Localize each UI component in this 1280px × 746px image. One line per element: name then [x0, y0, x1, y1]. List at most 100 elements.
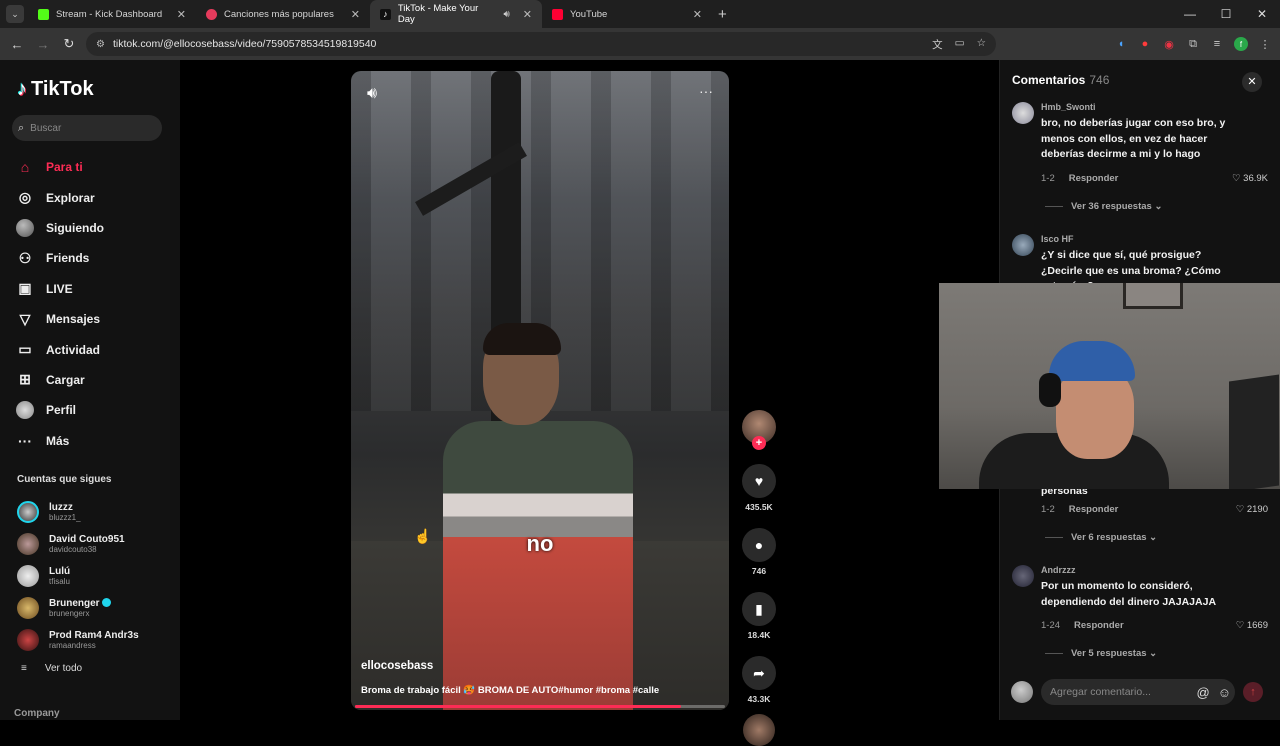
video-caption-word: no	[526, 531, 554, 556]
nav-item-mensajes[interactable]: ▽ Mensajes	[16, 304, 176, 334]
following-item[interactable]: Prod Ram4 Andr3s ramaandress	[17, 624, 177, 656]
maximize-icon[interactable]: ☐	[1208, 0, 1244, 28]
browser-menu-icon[interactable]: ⋮	[1258, 37, 1272, 51]
comment-date: 1-2	[1041, 173, 1055, 184]
extension-audio-icon[interactable]: ◖	[1114, 37, 1128, 51]
tab-audio-icon[interactable]: 🔊︎	[503, 9, 509, 20]
video-more-icon[interactable]: ···	[699, 83, 713, 99]
like-action[interactable]: ♥ 435.5K	[740, 464, 778, 512]
close-tab-icon[interactable]: ✕	[523, 8, 532, 21]
nav-item-para-ti[interactable]: ⌂ Para ti	[16, 152, 176, 182]
creator-avatar[interactable]: +	[742, 410, 776, 450]
compass-icon: ◎	[18, 189, 32, 206]
following-item[interactable]: David Couto951 davidcouto38	[17, 528, 177, 560]
reply-button[interactable]: Responder	[1074, 620, 1124, 631]
reply-button[interactable]: Responder	[1069, 173, 1119, 184]
comment-username[interactable]: Andrzzz	[1041, 565, 1076, 575]
close-window-icon[interactable]: ✕	[1244, 0, 1280, 28]
following-item[interactable]: Lulú tfisalu	[17, 560, 177, 592]
comment-likes[interactable]: ♡ 36.9K	[1232, 173, 1268, 184]
nav-item-cargar[interactable]: ⊞ Cargar	[16, 365, 176, 395]
see-all-link[interactable]: ≡ Ver todo	[21, 663, 82, 674]
share-action[interactable]: ➦ 43.3K	[740, 656, 778, 704]
likes-count: 1669	[1246, 620, 1268, 631]
avatar[interactable]	[1012, 565, 1034, 587]
nav-label: LIVE	[46, 281, 73, 296]
follow-plus-icon[interactable]: +	[752, 436, 766, 450]
comments-header: Comentarios 746	[1012, 73, 1109, 87]
add-comment-input[interactable]: Agregar comentario... @ ☺	[1041, 679, 1235, 705]
nav-label: Mensajes	[46, 312, 101, 327]
video-progress-bar[interactable]	[355, 705, 725, 708]
video-description: Broma de trabajo fácil 🥵 BROMA DE AUTO#h…	[361, 685, 660, 696]
view-replies-button[interactable]: Ver 5 respuestas ⌄	[1045, 648, 1157, 659]
emoji-icon[interactable]: ☺	[1218, 685, 1231, 700]
view-replies-label: Ver 5 respuestas	[1071, 648, 1147, 659]
avatar-icon	[16, 218, 34, 237]
mention-icon[interactable]: @	[1197, 685, 1210, 700]
comment-username[interactable]: Isco HF	[1041, 234, 1074, 244]
close-comments-icon[interactable]: ✕	[1242, 72, 1262, 92]
chevron-down-icon: ⌄	[1154, 201, 1163, 212]
comment-icon[interactable]: ●	[742, 528, 776, 562]
close-tab-icon[interactable]: ✕	[693, 8, 702, 21]
reply-button[interactable]: Responder	[1069, 504, 1119, 515]
volume-icon[interactable]: 🔊︎	[367, 85, 377, 103]
music-disc-icon[interactable]	[743, 714, 775, 746]
nav-item-mas[interactable]: ··· Más	[16, 426, 176, 456]
comment-action[interactable]: ● 746	[740, 528, 778, 576]
nav-item-live[interactable]: ▣ LIVE	[16, 274, 176, 304]
profile-avatar-icon[interactable]: f	[1234, 37, 1248, 51]
close-tab-icon[interactable]: ✕	[177, 8, 186, 21]
site-info-icon[interactable]: ⚙	[96, 39, 105, 50]
tab-search-button[interactable]: ⌄	[6, 5, 24, 23]
nav-item-siguiendo[interactable]: Siguiendo	[16, 213, 176, 243]
bookmark-star-icon[interactable]: ☆	[977, 37, 986, 52]
back-icon[interactable]: ←	[4, 37, 30, 52]
video-username[interactable]: ellocosebass	[361, 660, 433, 672]
video-player[interactable]: 🔊︎ ··· no ellocosebass Broma de trabajo …	[351, 71, 729, 710]
tab-tiktok[interactable]: ♪ TikTok - Make Your Day 🔊︎ ✕	[370, 0, 542, 28]
close-tab-icon[interactable]: ✕	[351, 8, 360, 21]
comment-likes[interactable]: ♡ 2190	[1236, 504, 1268, 515]
translate-icon[interactable]: 文	[932, 37, 943, 52]
save-action[interactable]: ▮ 18.4K	[740, 592, 778, 640]
company-link[interactable]: Company	[14, 708, 60, 719]
new-tab-icon[interactable]: +	[718, 6, 727, 23]
reload-icon[interactable]: ↻	[56, 36, 82, 52]
avatar[interactable]	[1012, 234, 1034, 256]
nav-item-explorar[interactable]: ◎ Explorar	[16, 182, 176, 212]
tab-canciones[interactable]: Canciones más populares ✕	[196, 0, 370, 28]
nav-item-friends[interactable]: ⚇ Friends	[16, 243, 176, 273]
nav-item-actividad[interactable]: ▭ Actividad	[16, 334, 176, 364]
tiktok-logo[interactable]: ♪ TikTok	[17, 78, 94, 101]
tab-youtube[interactable]: YouTube ✕	[542, 0, 712, 28]
media-control-icon[interactable]: ≡	[1210, 37, 1224, 51]
nav-label: Actividad	[46, 342, 101, 357]
cast-icon[interactable]: ▭	[955, 37, 965, 52]
search-input[interactable]: ⌕ Buscar	[12, 115, 162, 141]
following-item[interactable]: Brunenger brunengerx	[17, 592, 177, 624]
forward-icon[interactable]: →	[30, 37, 56, 52]
following-name: Prod Ram4 Andr3s	[49, 629, 139, 641]
share-icon[interactable]: ➦	[742, 656, 776, 690]
friends-icon: ⚇	[18, 249, 32, 266]
view-replies-button[interactable]: Ver 6 respuestas ⌄	[1045, 532, 1157, 543]
comment-likes[interactable]: ♡ 1669	[1236, 620, 1268, 631]
nav-item-perfil[interactable]: Perfil	[16, 395, 176, 425]
extension-record-icon[interactable]: ●	[1138, 37, 1152, 51]
bookmark-icon[interactable]: ▮	[742, 592, 776, 626]
extensions-puzzle-icon[interactable]: ⧉	[1186, 37, 1200, 51]
minimize-icon[interactable]: —	[1172, 0, 1208, 28]
heart-icon[interactable]: ♥	[742, 464, 776, 498]
send-comment-icon[interactable]: ↑	[1243, 682, 1263, 702]
url-text: tiktok.com/@ellocosebass/video/759057853…	[112, 38, 377, 50]
comment-username[interactable]: Hmb_Swonti	[1041, 102, 1096, 112]
extension-red-icon[interactable]: ◉	[1162, 37, 1176, 51]
action-rail: + ♥ 435.5K ● 746 ▮ 18.4K ➦ 43.3K	[740, 410, 778, 746]
avatar[interactable]	[1012, 102, 1034, 124]
view-replies-button[interactable]: Ver 36 respuestas ⌄	[1045, 201, 1162, 212]
tab-kick[interactable]: Stream - Kick Dashboard ✕	[28, 0, 196, 28]
address-bar[interactable]: ⚙ tiktok.com/@ellocosebass/video/7590578…	[86, 32, 996, 56]
following-item[interactable]: luzzz bluzzz1_	[17, 496, 177, 528]
